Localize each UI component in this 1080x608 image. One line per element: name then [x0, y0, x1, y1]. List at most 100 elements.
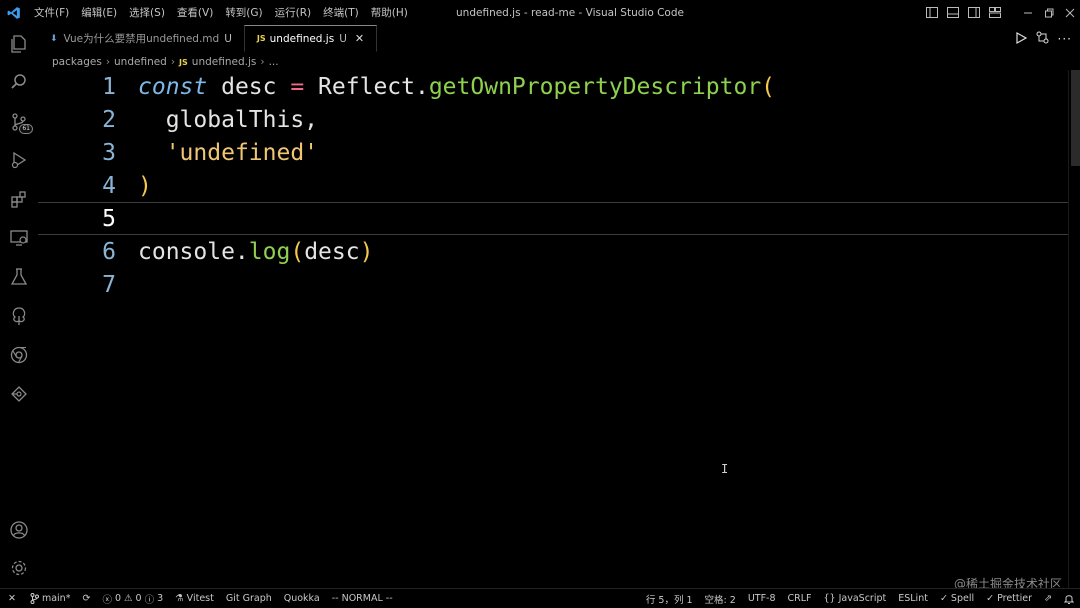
identifier: desc [207, 73, 291, 100]
scrollbar-thumb[interactable] [1071, 70, 1080, 166]
line-number: 3 [102, 139, 116, 166]
chevron-right-icon: › [105, 56, 111, 68]
breadcrumb-more[interactable]: ... [269, 56, 279, 68]
git-graph-icon[interactable] [0, 377, 38, 411]
run-file-icon[interactable] [1015, 29, 1027, 48]
javascript-file-icon: JS [179, 57, 188, 67]
breadcrumb-file[interactable]: undefined.js [192, 56, 257, 68]
source-control-icon[interactable]: 61 [0, 105, 38, 139]
toggle-secondary-sidebar-icon[interactable] [963, 0, 984, 25]
git-graph-button[interactable]: Git Graph [220, 593, 278, 604]
branch-indicator[interactable]: main* [24, 593, 77, 604]
current-line: 5 [38, 202, 1068, 235]
account-icon[interactable] [0, 513, 38, 547]
indentation[interactable]: 空格: 2 [699, 592, 742, 606]
check-icon: ✓ [986, 593, 995, 604]
notifications-bell-icon[interactable] [1058, 593, 1080, 604]
sync-icon[interactable]: ⟳ [76, 593, 96, 604]
editor-tabs: ⬇ Vue为什么要禁用undefined.md U JS undefined.j… [38, 25, 1080, 52]
code-line: 6 console.log(desc) [38, 235, 1068, 268]
menu-help[interactable]: 帮助(H) [365, 5, 414, 20]
menu-edit[interactable]: 编辑(E) [75, 5, 123, 20]
run-debug-icon[interactable] [0, 143, 38, 177]
line-text: console.log(desc) [138, 239, 373, 265]
menu-run[interactable]: 运行(R) [269, 5, 318, 20]
problems-indicator[interactable]: ⓧ 0 ⚠ 0 ⓘ 3 [96, 592, 169, 606]
chevron-right-icon: › [170, 56, 176, 68]
vim-mode: -- NORMAL -- [331, 593, 393, 604]
menu-selection[interactable]: 选择(S) [123, 5, 171, 20]
tree-icon[interactable] [0, 299, 38, 333]
prettier-status[interactable]: ✓ Prettier [980, 593, 1038, 604]
function-name: log [248, 238, 291, 265]
spell-checker[interactable]: ✓ Spell [934, 593, 980, 604]
tab-status: U [339, 32, 347, 45]
feedback-icon[interactable]: ⇗ [1038, 593, 1058, 604]
line-number: 4 [102, 172, 116, 199]
close-tab-icon[interactable]: ✕ [355, 32, 364, 45]
scm-badge: 61 [19, 124, 33, 134]
close-window-icon[interactable] [1059, 0, 1080, 25]
line-number: 6 [102, 238, 116, 265]
tab-label: Vue为什么要禁用undefined.md [63, 33, 220, 45]
remote-explorer-icon[interactable] [0, 221, 38, 255]
error-count: 0 [114, 593, 121, 604]
braces-icon: {} [823, 593, 836, 604]
line-text: globalThis, [138, 106, 319, 133]
language-label: JavaScript [838, 593, 887, 604]
line-number: 7 [102, 271, 116, 298]
extensions-icon[interactable] [0, 182, 38, 216]
line-number: 2 [102, 106, 116, 133]
toggle-sidebar-icon[interactable] [921, 0, 942, 25]
tab-label: undefined.js [269, 32, 335, 45]
tab-undefined-js[interactable]: JS undefined.js U ✕ [243, 25, 378, 52]
title-bar: 文件(F) 编辑(E) 选择(S) 查看(V) 转到(G) 运行(R) 终端(T… [0, 0, 1080, 25]
flask-icon: ⚗ [175, 593, 184, 604]
vitest-label: Vitest [186, 593, 214, 604]
javascript-file-icon: JS [256, 34, 266, 43]
menu-terminal[interactable]: 终端(T) [317, 5, 365, 20]
eslint-status[interactable]: ESLint [892, 593, 934, 604]
line-number: 1 [102, 73, 116, 100]
object: Reflect. [304, 73, 429, 100]
browser-icon[interactable] [0, 338, 38, 372]
operator: = [290, 73, 305, 100]
bracket: ( [761, 73, 776, 100]
tab-status: U [224, 32, 232, 45]
code-line: 7 [38, 268, 1068, 301]
menu-go[interactable]: 转到(G) [219, 5, 268, 20]
language-mode[interactable]: {} JavaScript [818, 593, 893, 604]
prettier-label: Prettier [997, 593, 1033, 604]
more-actions-icon[interactable]: ··· [1058, 32, 1072, 46]
tab-markdown[interactable]: ⬇ Vue为什么要禁用undefined.md U [38, 25, 244, 52]
search-icon[interactable] [0, 65, 38, 99]
toggle-panel-icon[interactable] [942, 0, 963, 25]
remote-indicator[interactable]: ✕ [0, 593, 24, 604]
object: console. [138, 238, 249, 265]
line-text: 'undefined' [138, 140, 318, 166]
info-count: 3 [157, 593, 164, 604]
testing-icon[interactable] [0, 260, 38, 294]
keyword: const [138, 73, 208, 100]
settings-gear-icon[interactable] [0, 551, 38, 585]
vitest-indicator[interactable]: ⚗ Vitest [169, 593, 220, 604]
cursor-position[interactable]: 行 5，列 1 [640, 592, 699, 606]
menu-file[interactable]: 文件(F) [28, 5, 75, 20]
encoding[interactable]: UTF-8 [742, 593, 782, 604]
end-of-line[interactable]: CRLF [782, 593, 818, 604]
code-line: 3 'undefined' [38, 136, 1068, 169]
compare-changes-icon[interactable] [1036, 29, 1049, 48]
quokka-button[interactable]: Quokka [278, 593, 326, 604]
menu-view[interactable]: 查看(V) [171, 5, 219, 20]
code-line: 2 globalThis, [38, 103, 1068, 136]
breadcrumb-packages[interactable]: packages [52, 56, 102, 68]
vertical-scrollbar[interactable] [1068, 70, 1080, 588]
code-line: 1 const desc = Reflect.getOwnPropertyDes… [38, 70, 1068, 103]
bracket: ( [290, 238, 305, 265]
code-editor[interactable]: 1 const desc = Reflect.getOwnPropertyDes… [38, 70, 1068, 588]
restore-icon[interactable] [1038, 0, 1059, 25]
customize-layout-icon[interactable] [984, 0, 1005, 25]
explorer-icon[interactable] [0, 27, 38, 61]
breadcrumb-undefined[interactable]: undefined [114, 56, 167, 68]
minimize-icon[interactable] [1017, 0, 1038, 25]
